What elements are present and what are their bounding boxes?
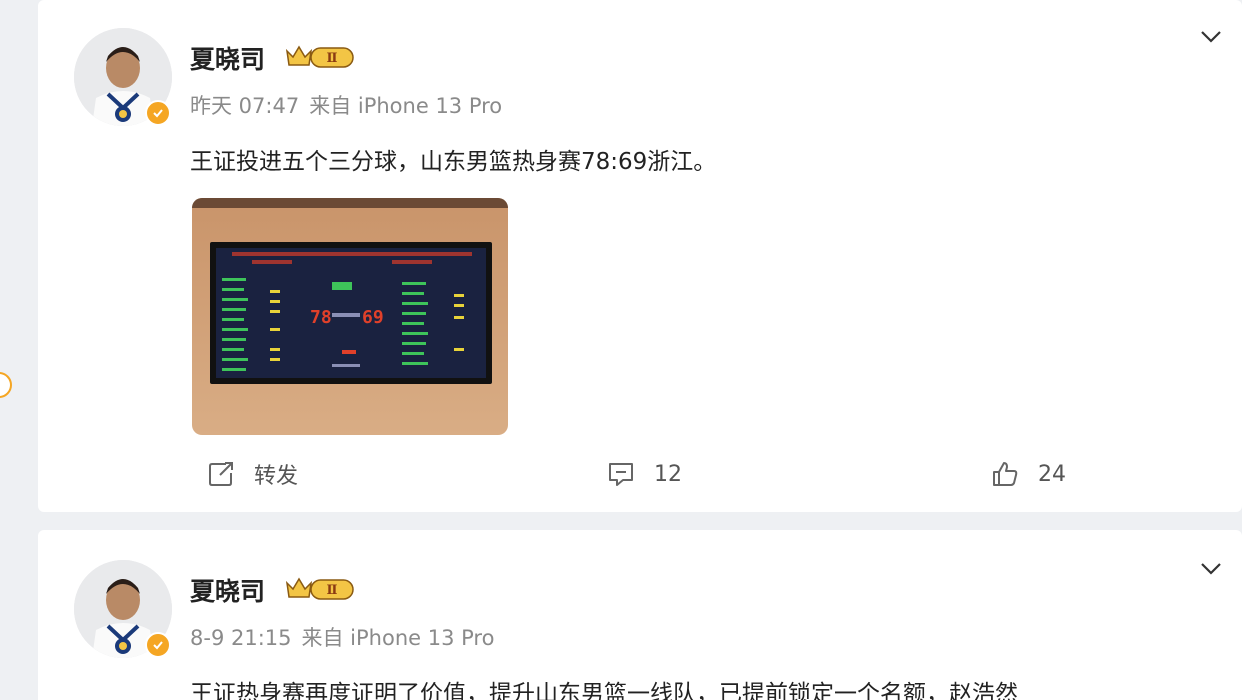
chevron-down-icon[interactable] xyxy=(1198,560,1224,578)
thumbs-up-icon xyxy=(993,462,1018,486)
post-text: 王证投进五个三分球，山东男篮热身赛78:69浙江。 xyxy=(190,149,717,175)
author-name[interactable]: 夏晓司 xyxy=(190,572,265,608)
repost-label: 转发 xyxy=(254,464,299,489)
post-card: 夏晓司 Ⅱ 8-9 21:15 来自 iPhone 13 Pro 王证热身赛再度证… xyxy=(38,530,1242,700)
badge-level: Ⅱ xyxy=(327,51,338,66)
verified-icon xyxy=(145,100,171,126)
comment-button[interactable]: 12 xyxy=(606,458,682,490)
post-meta: 昨天 07:47 来自 iPhone 13 Pro xyxy=(190,90,512,120)
like-button[interactable]: 24 xyxy=(990,458,1066,490)
post-time[interactable]: 昨天 07:47 xyxy=(190,94,299,118)
comment-icon xyxy=(609,463,633,486)
svg-text:78: 78 xyxy=(310,307,332,328)
side-indicator xyxy=(0,372,12,398)
svg-text:69: 69 xyxy=(362,307,384,328)
post-time[interactable]: 8-9 21:15 xyxy=(190,626,292,650)
member-badge-icon[interactable]: Ⅱ xyxy=(285,575,355,603)
repost-button[interactable]: 转发 xyxy=(206,458,298,490)
post-source: 来自 iPhone 13 Pro xyxy=(309,94,503,118)
author-name[interactable]: 夏晓司 xyxy=(190,40,265,76)
comment-count: 12 xyxy=(654,461,682,487)
repost-icon xyxy=(209,462,233,486)
badge-level: Ⅱ xyxy=(327,583,338,598)
chevron-down-icon[interactable] xyxy=(1198,28,1224,46)
post-source: 来自 iPhone 13 Pro xyxy=(301,626,495,650)
post-meta: 8-9 21:15 来自 iPhone 13 Pro xyxy=(190,622,504,652)
member-badge-icon[interactable]: Ⅱ xyxy=(285,43,355,71)
post-text: 王证热身赛再度证明了价值，提升山东男篮一线队，已提前锁定一个名额，赵浩然 xyxy=(190,681,1018,700)
like-count: 24 xyxy=(1038,461,1066,487)
post-card: 夏晓司 Ⅱ 昨天 07:47 来自 iPhone 13 Pro 王证投进五个三分球… xyxy=(38,0,1242,512)
verified-icon xyxy=(145,632,171,658)
scoreboard-photo[interactable]: 78 69 xyxy=(192,198,508,435)
